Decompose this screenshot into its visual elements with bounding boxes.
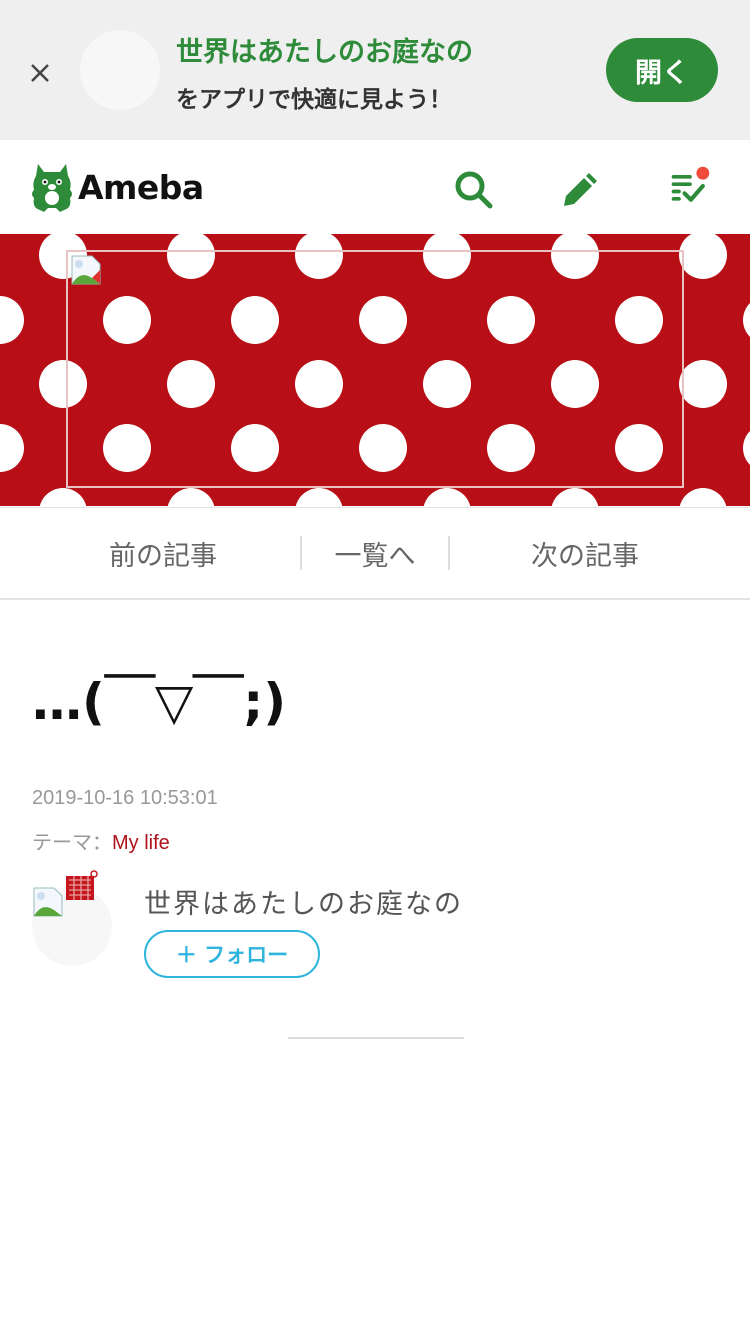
- entry-title: …(￣▽￣;): [32, 673, 287, 731]
- theme-label: テーマ：: [32, 832, 112, 854]
- close-icon[interactable]: [22, 55, 58, 91]
- article-nav: 前の記事 一覧へ 次の記事: [0, 507, 750, 600]
- banner-avatar: [80, 30, 160, 110]
- banner-subtitle: をアプリで快適に見よう！: [176, 87, 452, 113]
- ameba-mascot-icon: [32, 164, 72, 212]
- blog-header-frame: [66, 250, 684, 488]
- entry-theme: テーマ：My life: [32, 826, 170, 855]
- broken-image-icon: [71, 255, 101, 285]
- divider: [288, 1037, 464, 1039]
- author-name[interactable]: 世界はあたしのお庭なの: [144, 882, 463, 921]
- entry-date: 2019-10-16 10:53:01: [32, 787, 218, 809]
- broken-image-icon: [33, 887, 63, 917]
- red-stamp-icon: [66, 870, 98, 900]
- open-app-button[interactable]: 開く: [606, 38, 718, 102]
- follow-button[interactable]: ＋ フォロー: [144, 930, 320, 978]
- checklist-icon[interactable]: [668, 164, 712, 208]
- article-list-link[interactable]: 一覧へ: [300, 508, 450, 598]
- app-banner: 世界はあたしのお庭なの をアプリで快適に見よう！ 開く: [0, 0, 750, 140]
- search-icon[interactable]: [452, 168, 496, 212]
- notification-dot: [696, 166, 710, 180]
- pencil-icon[interactable]: [556, 168, 600, 212]
- next-article-link[interactable]: 次の記事: [450, 508, 720, 598]
- theme-link[interactable]: My life: [112, 832, 170, 854]
- ameba-logo[interactable]: Ameba: [30, 160, 204, 214]
- banner-title: 世界はあたしのお庭なの: [176, 37, 473, 68]
- blog-header-image[interactable]: [0, 234, 750, 506]
- logo-text: Ameba: [78, 167, 204, 207]
- prev-article-link[interactable]: 前の記事: [0, 508, 326, 598]
